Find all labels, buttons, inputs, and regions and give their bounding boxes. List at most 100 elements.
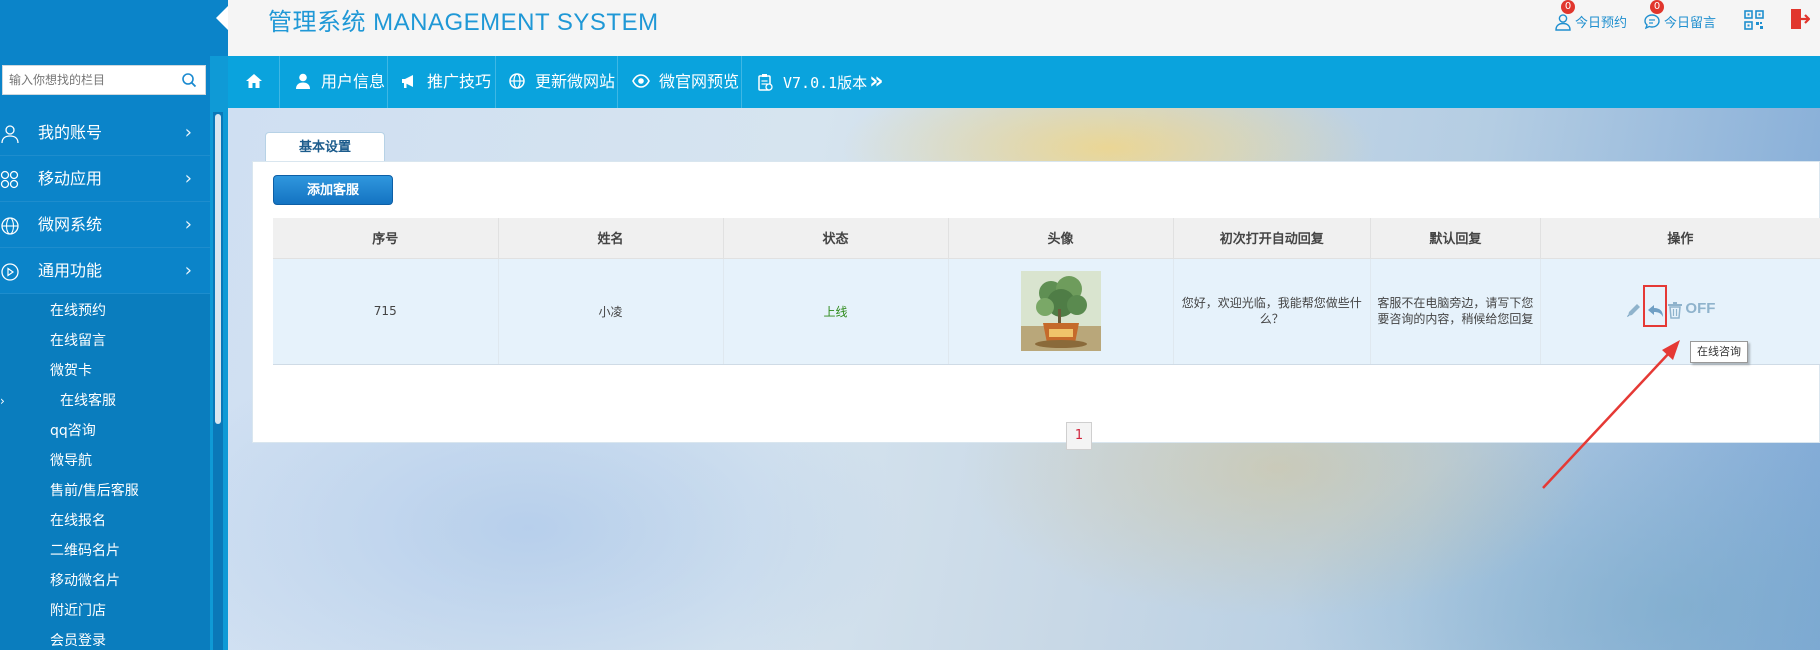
scrollbar-thumb[interactable]	[215, 114, 221, 424]
home-icon	[245, 74, 262, 88]
chat-icon	[1644, 14, 1660, 30]
user-icon	[1, 125, 19, 144]
submenu-item[interactable]: 在线报名	[0, 506, 210, 536]
nav-home[interactable]	[228, 56, 280, 108]
page-number-button[interactable]: 1	[1066, 422, 1092, 450]
cell-name: 小凌	[498, 258, 724, 365]
nav-label: 推广技巧	[427, 72, 492, 91]
submenu-item[interactable]: 附近门店	[0, 596, 210, 626]
sidebar-item-general[interactable]: 通用功能 ›	[0, 248, 210, 294]
chevron-right-icon: ›	[184, 122, 192, 143]
sidebar-item-account[interactable]: 我的账号 ›	[0, 110, 210, 156]
megaphone-icon	[402, 75, 413, 88]
column-header: 序号	[273, 218, 499, 259]
cell-id: 715	[273, 258, 499, 365]
sidebar-item-label: 通用功能	[38, 261, 103, 280]
column-header: 头像	[948, 218, 1174, 259]
cell-avatar	[948, 258, 1174, 365]
header: 管理系统 MANAGEMENT SYSTEM 0 今日预约 0 今日留言	[228, 0, 1820, 56]
nav-user-info[interactable]: 用户信息	[280, 56, 388, 108]
nav-promotion-tips[interactable]: 推广技巧	[388, 56, 496, 108]
column-header: 初次打开自动回复	[1173, 218, 1371, 259]
edit-pencil-icon[interactable]	[1625, 301, 1643, 319]
clipboard-icon	[758, 74, 773, 91]
collapse-icon[interactable]	[216, 6, 228, 30]
service-table: 序号 姓名 状态 头像 初次打开自动回复 默认回复 操作 715 小凌 上线 您…	[273, 218, 1820, 365]
sidebar-search	[2, 65, 206, 95]
globe-icon	[509, 73, 525, 89]
add-service-button[interactable]: 添加客服	[273, 175, 393, 205]
brand-title: 管理系统 MANAGEMENT SYSTEM	[268, 9, 659, 36]
highlight-box	[1643, 284, 1668, 327]
column-header: 姓名	[498, 218, 724, 259]
sidebar-item-label: 移动应用	[38, 169, 103, 188]
sidebar-item-micro-web[interactable]: 微网系统 ›	[0, 202, 210, 248]
nav-version[interactable]: V7.0.1版本»	[742, 56, 892, 108]
sidebar: 我的账号 › 移动应用 › 微网系统 › 通用功能 › 在线预约 在线留言 微贺…	[0, 0, 228, 650]
off-toggle[interactable]: OFF	[1685, 300, 1715, 317]
content-panel: 添加客服 序号 姓名 状态 头像 初次打开自动回复 默认回复 操作 715 小凌…	[252, 161, 1820, 450]
submenu-item[interactable]: 在线留言	[0, 326, 210, 356]
column-header: 操作	[1540, 218, 1820, 259]
play-circle-icon	[1, 263, 19, 281]
main-content: 基本设置 添加客服 序号 姓名 状态 头像 初次打开自动回复 默认回复 操作 7…	[228, 108, 1820, 650]
current-marker-icon: ›	[0, 394, 5, 408]
submenu-item[interactable]: 移动微名片	[0, 566, 210, 596]
double-chevron-icon[interactable]: »	[869, 69, 883, 94]
submenu-item[interactable]: 微贺卡	[0, 356, 210, 386]
tab-basic-settings[interactable]: 基本设置	[265, 132, 385, 162]
sidebar-item-mobile-apps[interactable]: 移动应用 ›	[0, 156, 210, 202]
today-messages-label: 今日留言	[1664, 16, 1717, 31]
column-header: 默认回复	[1370, 218, 1541, 259]
table-row: 715 小凌 上线 您好，欢迎光临，我能帮您做些什么？ 客服不在电脑旁边，请写下…	[273, 258, 1820, 365]
sidebar-search-input[interactable]	[3, 66, 173, 94]
logout-icon[interactable]	[1790, 8, 1810, 30]
sidebar-scrollbar[interactable]	[213, 112, 223, 650]
submenu-item-label: 在线客服	[60, 393, 116, 409]
submenu-item[interactable]: 售前/售后客服	[0, 476, 210, 506]
sidebar-item-label: 我的账号	[38, 123, 103, 142]
chevron-right-icon: ›	[184, 214, 192, 235]
nav-label: 更新微网站	[535, 72, 616, 91]
cell-auto-reply: 您好，欢迎光临，我能帮您做些什么？	[1173, 258, 1371, 365]
trash-icon[interactable]	[1667, 301, 1683, 319]
sidebar-menu: 我的账号 › 移动应用 › 微网系统 › 通用功能 › 在线预约 在线留言 微贺…	[0, 110, 210, 650]
nav-site-preview[interactable]: 微官网预览	[618, 56, 742, 108]
today-messages-link[interactable]: 0 今日留言	[1643, 0, 1717, 31]
qrcode-icon[interactable]	[1744, 10, 1764, 30]
cell-default-reply: 客服不在电脑旁边，请写下您要咨询的内容，稍候给您回复	[1370, 258, 1541, 365]
cell-actions: OFF	[1540, 258, 1820, 365]
sidebar-submenu: 在线预约 在线留言 微贺卡 › 在线客服 qq咨询 微导航 售前/售后客服 在线…	[0, 294, 210, 650]
chevron-right-icon: ›	[184, 260, 192, 281]
submenu-item[interactable]: 会员登录	[0, 626, 210, 650]
submenu-item[interactable]: 在线预约	[0, 296, 210, 326]
nav-update-site[interactable]: 更新微网站	[496, 56, 618, 108]
submenu-item[interactable]: 二维码名片	[0, 536, 210, 566]
nav-label: 用户信息	[321, 72, 386, 91]
chevron-right-icon: ›	[184, 168, 192, 189]
top-navbar: 用户信息 推广技巧 更新微网站 微官网预览 V7.0.1版本»	[228, 56, 1820, 108]
today-appointments-label: 今日预约	[1575, 16, 1628, 31]
user-icon	[296, 73, 310, 89]
column-header: 状态	[723, 218, 949, 259]
sidebar-item-label: 微网系统	[38, 215, 103, 234]
avatar	[1020, 271, 1101, 351]
today-appointments-link[interactable]: 0 今日预约	[1554, 0, 1628, 31]
sidebar-top	[0, 0, 228, 56]
table-header-row: 序号 姓名 状态 头像 初次打开自动回复 默认回复 操作	[273, 218, 1820, 259]
notification-badge: 0	[1650, 0, 1664, 14]
globe-icon	[1, 217, 19, 235]
notification-badge: 0	[1561, 0, 1575, 14]
nav-label: V7.0.1版本	[783, 74, 868, 92]
cell-status: 上线	[723, 258, 949, 365]
search-icon[interactable]	[181, 72, 197, 88]
submenu-item[interactable]: qq咨询	[0, 416, 210, 446]
user-icon	[1555, 14, 1571, 31]
submenu-item-current[interactable]: › 在线客服	[0, 386, 210, 416]
nav-label: 微官网预览	[659, 72, 740, 91]
row-actions: OFF	[1625, 284, 1735, 327]
eye-icon	[632, 74, 650, 88]
apps-icon	[0, 170, 19, 189]
submenu-item[interactable]: 微导航	[0, 446, 210, 476]
tooltip: 在线咨询	[1690, 341, 1748, 363]
